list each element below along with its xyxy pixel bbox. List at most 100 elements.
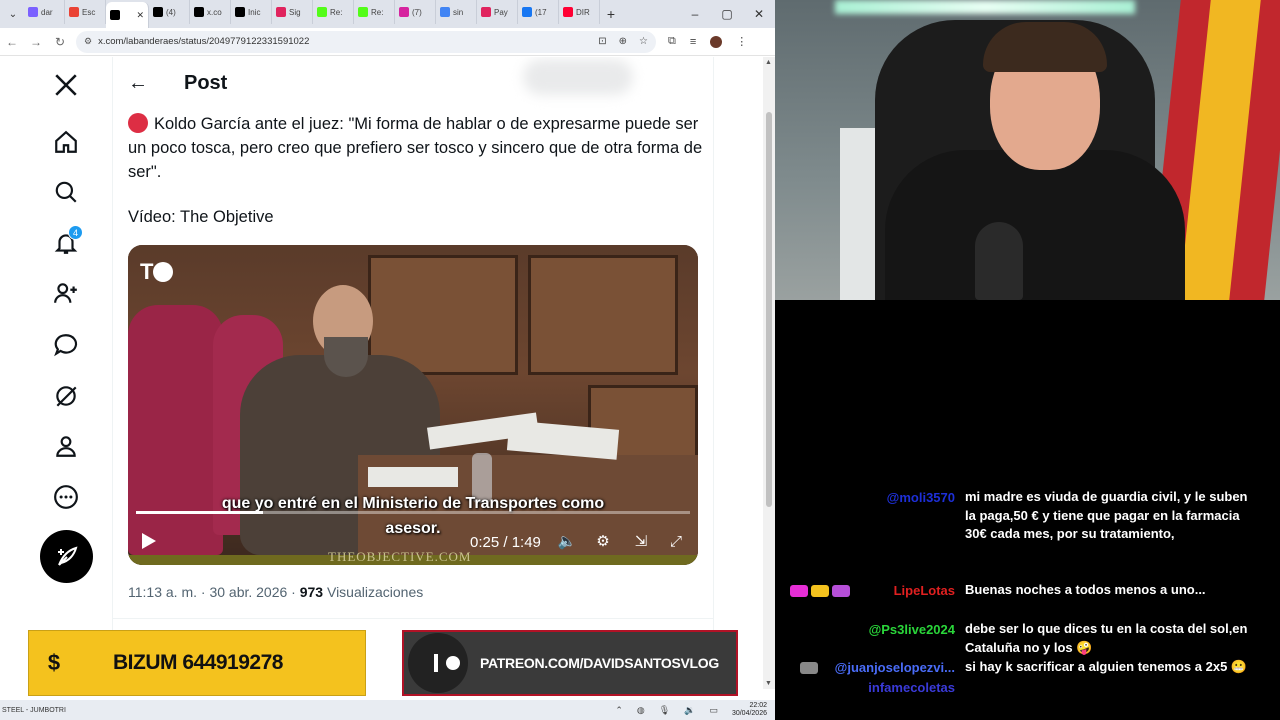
scrollbar-thumb[interactable] xyxy=(766,112,772,507)
browser-tab[interactable]: ✕ xyxy=(106,2,149,28)
more-icon[interactable] xyxy=(50,481,82,513)
page-scrollbar[interactable]: ▲ ▼ xyxy=(763,57,775,689)
url-text[interactable]: x.com/labanderaes/status/204977912233159… xyxy=(98,36,309,47)
close-tab-icon[interactable]: ✕ xyxy=(136,10,144,21)
x-logo-icon[interactable] xyxy=(50,69,82,101)
extensions-icon[interactable]: ⧉ xyxy=(668,35,676,48)
chat-username[interactable]: @moli3570 xyxy=(887,490,955,505)
home-icon[interactable] xyxy=(50,126,82,158)
tab-label: sin xyxy=(453,7,464,17)
chat-text: mi madre es viuda de guardia civil, y le… xyxy=(965,489,1248,541)
fullscreen-icon[interactable]: ⤢ xyxy=(665,531,687,553)
zoom-icon[interactable]: ⊕ xyxy=(619,36,627,47)
chat-username[interactable]: @Ps3live2024 xyxy=(869,622,955,637)
network-icon[interactable]: ◍ xyxy=(637,705,645,716)
generic-tab-icon xyxy=(28,7,38,17)
scroll-down-icon[interactable]: ▼ xyxy=(765,680,772,687)
browser-tab[interactable]: Esc xyxy=(65,0,106,24)
generic-tab-icon xyxy=(317,7,327,17)
browser-tab[interactable]: Pay xyxy=(477,0,518,24)
browser-tab[interactable]: x.co xyxy=(190,0,231,24)
divider xyxy=(113,618,713,619)
feather-icon xyxy=(57,546,77,566)
tab-search-button[interactable]: ⌄ xyxy=(2,4,24,24)
tab-label: (7) xyxy=(412,7,422,17)
facebook-icon xyxy=(522,7,532,17)
patreon-text: PATREON.COM/DAVIDSANTOSVLOG xyxy=(480,655,719,671)
tab-label: Pay xyxy=(494,7,508,17)
install-app-icon[interactable]: ⊡ xyxy=(598,36,606,47)
google-icon xyxy=(440,7,450,17)
chat-text: si hay k sacrificar a alguien tenemos a … xyxy=(965,659,1248,674)
video-progress-bar[interactable] xyxy=(136,511,690,514)
chat-username[interactable]: @juanjoselopezvi... xyxy=(835,660,955,675)
scroll-up-icon[interactable]: ▲ xyxy=(765,59,772,66)
column-divider xyxy=(713,57,714,689)
post-header: ← Post xyxy=(113,57,713,112)
popout-icon[interactable]: ⇲ xyxy=(630,531,652,553)
red-circle-emoji-icon xyxy=(128,113,148,133)
tab-label: (4) xyxy=(166,7,176,17)
profile-avatar[interactable] xyxy=(710,35,723,48)
chat-username[interactable]: LipeLotas xyxy=(894,583,955,598)
settings-gear-icon[interactable]: ⚙ xyxy=(592,531,614,553)
chat-badges xyxy=(790,585,850,597)
maximize-button[interactable]: ▢ xyxy=(711,7,743,21)
battery-icon[interactable]: ▭ xyxy=(709,705,718,716)
browser-tab[interactable]: (7) xyxy=(395,0,436,24)
address-bar[interactable]: ⚙ x.com/labanderaes/status/2049779122331… xyxy=(76,30,656,53)
notification-badge: 4 xyxy=(68,225,83,240)
media-icon[interactable]: ≡ xyxy=(690,36,696,48)
menu-icon[interactable]: ⋮ xyxy=(736,35,747,48)
post-timestamp[interactable]: 11:13 a. m. · 30 abr. 2026 · xyxy=(128,584,300,600)
site-info-icon[interactable]: ⚙ xyxy=(84,36,92,47)
back-arrow-icon[interactable]: ← xyxy=(128,72,148,95)
to-logo: T xyxy=(140,259,174,285)
patreon-logo-icon xyxy=(408,633,468,693)
tab-label: Inic xyxy=(248,7,261,17)
play-icon[interactable] xyxy=(142,533,156,549)
messages-icon[interactable] xyxy=(50,329,82,361)
close-window-button[interactable]: ✕ xyxy=(743,7,775,21)
grok-icon[interactable] xyxy=(50,380,82,412)
speaker-icon[interactable]: 🔉 xyxy=(684,705,695,716)
badge-icon xyxy=(800,662,818,674)
post-meta: 11:13 a. m. · 30 abr. 2026 · 973 Visuali… xyxy=(128,584,423,600)
chevron-up-icon[interactable]: ⌃ xyxy=(615,705,623,716)
search-icon[interactable] xyxy=(50,176,82,208)
browser-tab[interactable]: (4) xyxy=(149,0,190,24)
forward-button[interactable]: → xyxy=(24,35,48,49)
badge-icon xyxy=(790,585,808,597)
views-label: Visualizaciones xyxy=(323,584,424,600)
follow-icon[interactable] xyxy=(50,277,82,309)
taskbar-app-label[interactable]: STEEL - JUMBOTRI xyxy=(2,707,66,714)
streamer-hair xyxy=(983,22,1107,72)
browser-tab[interactable]: sin xyxy=(436,0,477,24)
chat-username[interactable]: infamecoletas xyxy=(868,680,955,695)
back-button[interactable]: ← xyxy=(0,35,24,49)
profile-icon[interactable] xyxy=(50,430,82,462)
video-player[interactable]: T que yo entré en el Ministerio de Trans… xyxy=(128,245,698,565)
microphone-icon[interactable]: 🎙 xyxy=(659,705,670,716)
x-logo-icon xyxy=(194,7,204,17)
new-tab-button[interactable]: + xyxy=(600,6,622,22)
volume-icon[interactable]: 🔈 xyxy=(556,531,578,553)
generic-tab-icon xyxy=(358,7,368,17)
system-clock[interactable]: 22:02 30/04/2026 xyxy=(732,702,767,718)
compose-post-button[interactable] xyxy=(40,530,93,583)
reload-button[interactable]: ↻ xyxy=(48,35,72,49)
generic-tab-icon xyxy=(481,7,491,17)
minimize-button[interactable]: – xyxy=(679,7,711,21)
bookmark-star-icon[interactable]: ☆ xyxy=(639,36,648,47)
browser-tab[interactable]: Re: xyxy=(313,0,354,24)
browser-tab[interactable]: DIR xyxy=(559,0,600,24)
microphone xyxy=(975,222,1023,300)
red-chair xyxy=(128,305,223,555)
browser-tab[interactable]: Inic xyxy=(231,0,272,24)
badge-icon xyxy=(832,585,850,597)
browser-tab[interactable]: Sig xyxy=(272,0,313,24)
browser-tab[interactable]: (17 xyxy=(518,0,559,24)
browser-tab[interactable]: dar xyxy=(24,0,65,24)
browser-tab[interactable]: Re: xyxy=(354,0,395,24)
patreon-overlay: PATREON.COM/DAVIDSANTOSVLOG xyxy=(402,630,738,696)
